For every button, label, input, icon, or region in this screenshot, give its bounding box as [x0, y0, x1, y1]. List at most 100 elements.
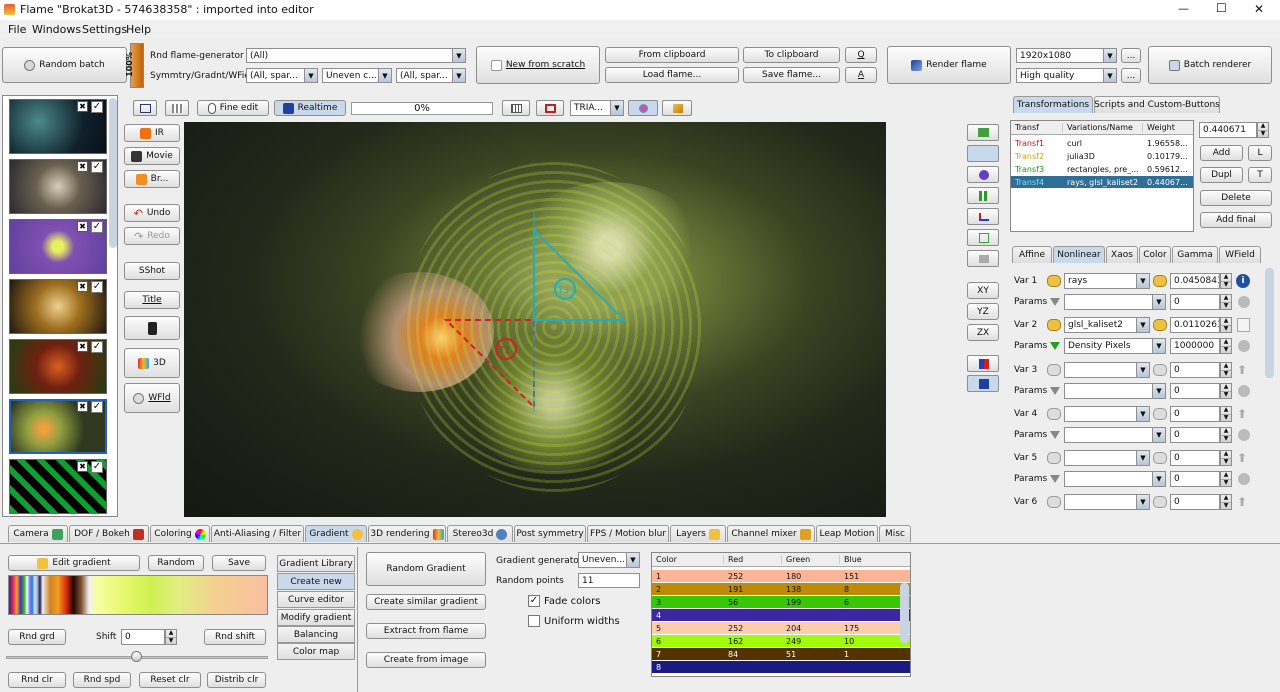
frame-button[interactable]: [536, 100, 564, 116]
var2-params-arrow-icon[interactable]: [1050, 342, 1060, 350]
var1-amount-link-icon[interactable]: [1153, 275, 1167, 287]
color-mode-button[interactable]: [628, 100, 658, 116]
tab-gradient[interactable]: Gradient: [305, 525, 367, 542]
uniform-widths-checkbox[interactable]: [528, 615, 540, 627]
quality-more-button[interactable]: ...: [1121, 68, 1141, 83]
gear-icon[interactable]: [1238, 385, 1250, 397]
thumbnail-4-checkbox[interactable]: ✓: [91, 281, 103, 293]
title-button[interactable]: Title: [124, 291, 180, 309]
tab-3d-rendering[interactable]: 3D rendering: [368, 525, 446, 542]
tab-modify-gradient[interactable]: Modify gradient: [277, 609, 355, 626]
var1-params-select[interactable]: ▼: [1064, 294, 1166, 310]
snapshot-button[interactable]: SShot: [124, 262, 180, 280]
yz-button[interactable]: YZ: [967, 303, 999, 320]
var5-params-select[interactable]: ▼: [1064, 471, 1166, 487]
fade-colors-checkbox[interactable]: ✓: [528, 595, 540, 607]
grid-button[interactable]: [502, 100, 530, 116]
var2-param-spinner[interactable]: ▲ ▼: [1220, 338, 1232, 354]
random-batch-button[interactable]: Random batch: [2, 47, 127, 83]
shift-spinner[interactable]: ▲ ▼: [165, 629, 177, 645]
table-row[interactable]: Transf1 curl 1.96558...: [1011, 137, 1193, 149]
up-arrow-icon[interactable]: ⬆: [1237, 495, 1247, 509]
shift-slider-thumb[interactable]: [131, 651, 142, 662]
tab-camera[interactable]: Camera: [8, 525, 68, 542]
l-button[interactable]: L: [1248, 145, 1272, 161]
to-clipboard-button[interactable]: To clipboard: [743, 47, 840, 63]
var3-param-value-input[interactable]: 0: [1170, 383, 1220, 399]
var2-amount-spinner[interactable]: ▲ ▼: [1220, 317, 1232, 333]
browse-button[interactable]: Br...: [124, 170, 180, 188]
tab-color[interactable]: Color: [1139, 246, 1171, 263]
thumbnail-2-checkbox[interactable]: ✓: [91, 161, 103, 173]
gradient-generator-select[interactable]: Uneven c... ▼: [322, 68, 392, 83]
weight-input[interactable]: 0.440671: [1199, 122, 1257, 138]
tab-affine[interactable]: Affine: [1012, 246, 1052, 263]
var4-amount-link-icon[interactable]: [1153, 408, 1167, 420]
gear-icon[interactable]: [1238, 296, 1250, 308]
maximize-button[interactable]: ☐: [1216, 1, 1227, 15]
tab-fps-motion-blur[interactable]: FPS / Motion blur: [587, 525, 669, 542]
triangle-mode-select[interactable]: TRIA... ▼: [570, 100, 624, 116]
tab-scripts[interactable]: Scripts and Custom-Buttons: [1094, 96, 1220, 113]
scale-button[interactable]: [967, 187, 999, 204]
table-row[interactable]: 4: [652, 609, 910, 621]
tab-wfield[interactable]: WField: [1219, 246, 1261, 263]
var1-param-spinner[interactable]: ▲ ▼: [1220, 294, 1232, 310]
rotate-button[interactable]: [967, 166, 999, 183]
var3-select[interactable]: ▼: [1064, 362, 1150, 378]
tab-layers[interactable]: Layers: [670, 525, 726, 542]
close-button[interactable]: ✕: [1254, 2, 1264, 16]
a-button[interactable]: A: [845, 67, 877, 83]
thumbnail-5-remove-icon[interactable]: ✖: [77, 341, 88, 352]
thumbnail-3-checkbox[interactable]: ✓: [91, 221, 103, 233]
var2-amount-link-icon[interactable]: [1153, 319, 1167, 331]
3d-button[interactable]: 3D: [124, 348, 180, 378]
rnd-clr-button[interactable]: Rnd clr: [8, 672, 66, 688]
menu-settings[interactable]: Settings: [82, 23, 127, 36]
var3-amount-link-icon[interactable]: [1153, 364, 1167, 376]
create-similar-gradient-button[interactable]: Create similar gradient: [366, 594, 486, 610]
var2-select[interactable]: glsl_kaliset2 ▼: [1064, 317, 1150, 333]
var1-param-value-input[interactable]: 0: [1170, 294, 1220, 310]
var4-amount-input[interactable]: 0: [1170, 406, 1220, 422]
zx-button[interactable]: ZX: [967, 324, 999, 341]
tab-leap-motion[interactable]: Leap Motion: [816, 525, 878, 542]
var4-amount-spinner[interactable]: ▲ ▼: [1220, 406, 1232, 422]
thumbnail-6-checkbox[interactable]: ✓: [91, 401, 103, 413]
thumbnail-4-remove-icon[interactable]: ✖: [77, 281, 88, 292]
load-flame-button[interactable]: Load flame...: [605, 67, 739, 83]
thumbnail-5-checkbox[interactable]: ✓: [91, 341, 103, 353]
var6-amount-spinner[interactable]: ▲ ▼: [1220, 494, 1232, 510]
tab-curve-editor[interactable]: Curve editor: [277, 591, 355, 608]
table-row[interactable]: 3 56 199 6: [652, 596, 910, 608]
thumbnail-7-checkbox[interactable]: ✓: [91, 461, 103, 473]
q-button[interactable]: Q: [845, 47, 877, 63]
random-gradient-small-button[interactable]: Random: [148, 555, 204, 571]
distrib-clr-button[interactable]: Distrib clr: [207, 672, 266, 688]
add-transform-button[interactable]: Add: [1200, 145, 1243, 161]
tab-nonlinear[interactable]: Nonlinear: [1053, 246, 1105, 263]
create-from-image-button[interactable]: Create from image: [366, 652, 486, 668]
var1-amount-spinner[interactable]: ▲ ▼: [1220, 273, 1232, 289]
render-preview-button[interactable]: [967, 375, 999, 392]
table-row[interactable]: 1 252 180 151: [652, 570, 910, 582]
tab-channel-mixer[interactable]: Channel mixer: [727, 525, 815, 542]
rnd-shift-button[interactable]: Rnd shift: [204, 629, 266, 645]
grid-toggle-button[interactable]: [165, 100, 189, 116]
tab-post-symmetry[interactable]: Post symmetry: [514, 525, 586, 542]
t-button[interactable]: T: [1248, 167, 1272, 183]
menu-windows[interactable]: Windows: [32, 23, 81, 36]
color-swap-button[interactable]: [967, 355, 999, 372]
table-row[interactable]: 2 191 138 8: [652, 583, 910, 595]
var5-amount-spinner[interactable]: ▲ ▼: [1220, 450, 1232, 466]
realtime-toggle[interactable]: Realtime: [274, 100, 346, 116]
up-arrow-icon[interactable]: ⬆: [1237, 363, 1247, 377]
var2-link-icon[interactable]: [1047, 319, 1061, 331]
menu-help[interactable]: Help: [126, 23, 151, 36]
duplicate-transform-button[interactable]: Dupl: [1200, 167, 1243, 183]
color-table-scrollbar[interactable]: [900, 583, 909, 643]
var3-amount-spinner[interactable]: ▲ ▼: [1220, 362, 1232, 378]
cursor-button[interactable]: [967, 145, 999, 162]
var1-amount-input[interactable]: 0.0450843: [1170, 273, 1220, 289]
table-row[interactable]: 7 84 51 1: [652, 648, 910, 660]
